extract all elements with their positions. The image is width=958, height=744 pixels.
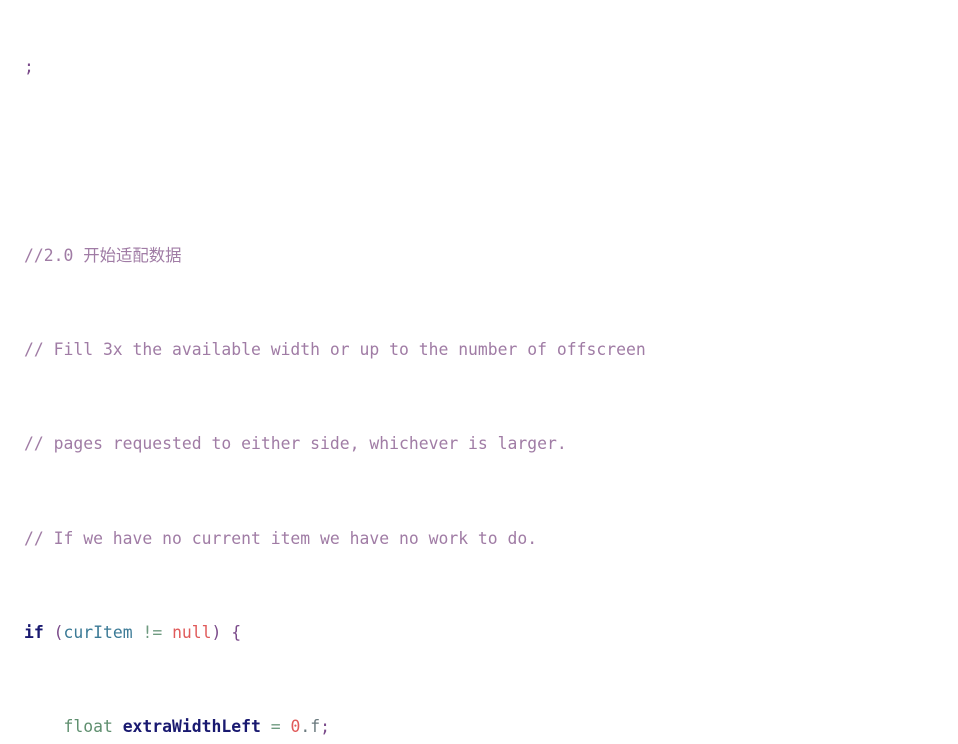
comment-text: //2.0 开始适配数据 — [24, 245, 182, 265]
punct: ) { — [211, 623, 242, 643]
keyword-if: if — [24, 623, 44, 643]
code-line-comment: // If we have no current item we have no… — [24, 527, 958, 551]
code-text-layer[interactable]: ; //2.0 开始适配数据 // Fill 3x the available … — [24, 0, 958, 744]
punct: ; — [320, 717, 330, 737]
punct: ( — [43, 623, 64, 643]
code-line-comment: //2.0 开始适配数据 — [24, 244, 958, 268]
comment-text: // pages requested to either side, which… — [24, 434, 567, 454]
comment-text: // Fill 3x the available width or up to … — [24, 339, 646, 359]
code-line: if (curItem != null) { — [24, 621, 958, 645]
code-line-comment: // pages requested to either side, which… — [24, 432, 958, 456]
code-editor-viewport[interactable]: ; //2.0 开始适配数据 // Fill 3x the available … — [0, 0, 958, 744]
code-line: ; — [24, 55, 958, 79]
punct: .f — [300, 717, 321, 737]
variable-extraWidthLeft: extraWidthLeft — [122, 717, 261, 737]
operator: = — [260, 717, 291, 737]
comment-text: // If we have no current item we have no… — [24, 528, 538, 548]
number-literal: 0 — [290, 717, 301, 737]
code-line: float extraWidthLeft = 0.f; — [24, 715, 958, 739]
code-line-comment: // Fill 3x the available width or up to … — [24, 338, 958, 362]
literal-null: null — [172, 623, 212, 643]
operator: != — [132, 623, 173, 643]
token-semicolon: ; — [24, 56, 34, 76]
keyword-float: float — [24, 717, 123, 737]
identifier-curItem: curItem — [63, 623, 133, 643]
